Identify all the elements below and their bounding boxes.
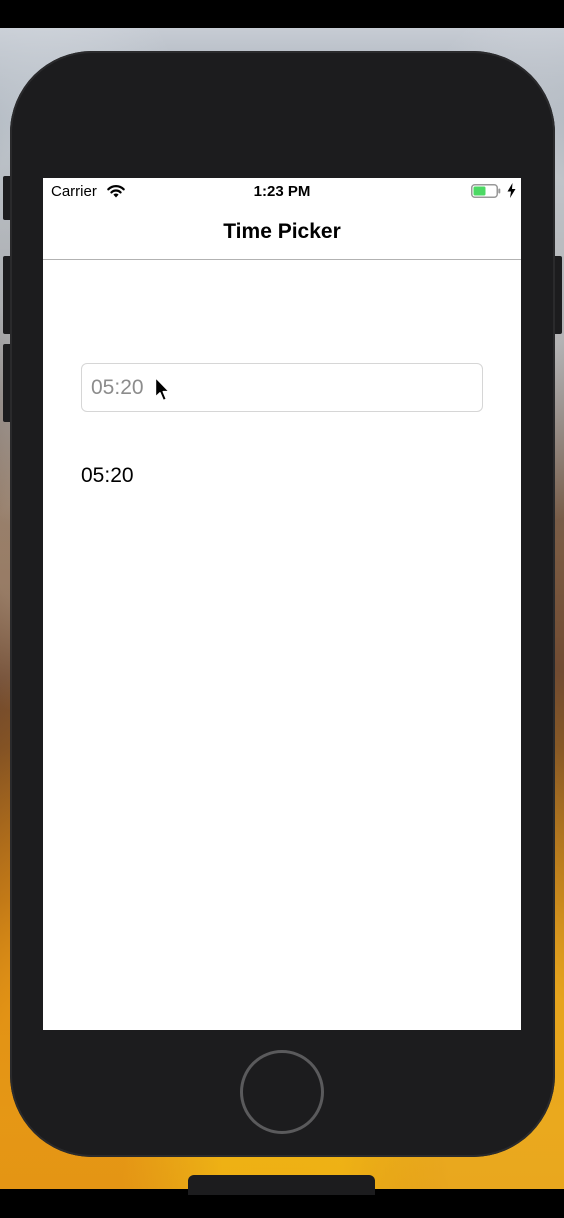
status-time: 1:23 PM (253, 183, 311, 200)
battery-icon (471, 184, 501, 198)
phone-screen: Carrier 1:23 PM Time Picker 05:20 (43, 178, 521, 1030)
time-picker-input[interactable] (81, 363, 483, 412)
status-bar: Carrier 1:23 PM (43, 178, 521, 206)
navigation-bar: Time Picker (43, 206, 521, 260)
mouse-pointer-icon (154, 376, 170, 402)
top-black-bar (0, 0, 564, 28)
dock-edge (188, 1175, 375, 1195)
selected-time-label: 05:20 (81, 464, 134, 487)
charging-bolt-icon (507, 183, 516, 198)
page-title: Time Picker (223, 220, 341, 243)
home-button[interactable] (240, 1050, 324, 1134)
